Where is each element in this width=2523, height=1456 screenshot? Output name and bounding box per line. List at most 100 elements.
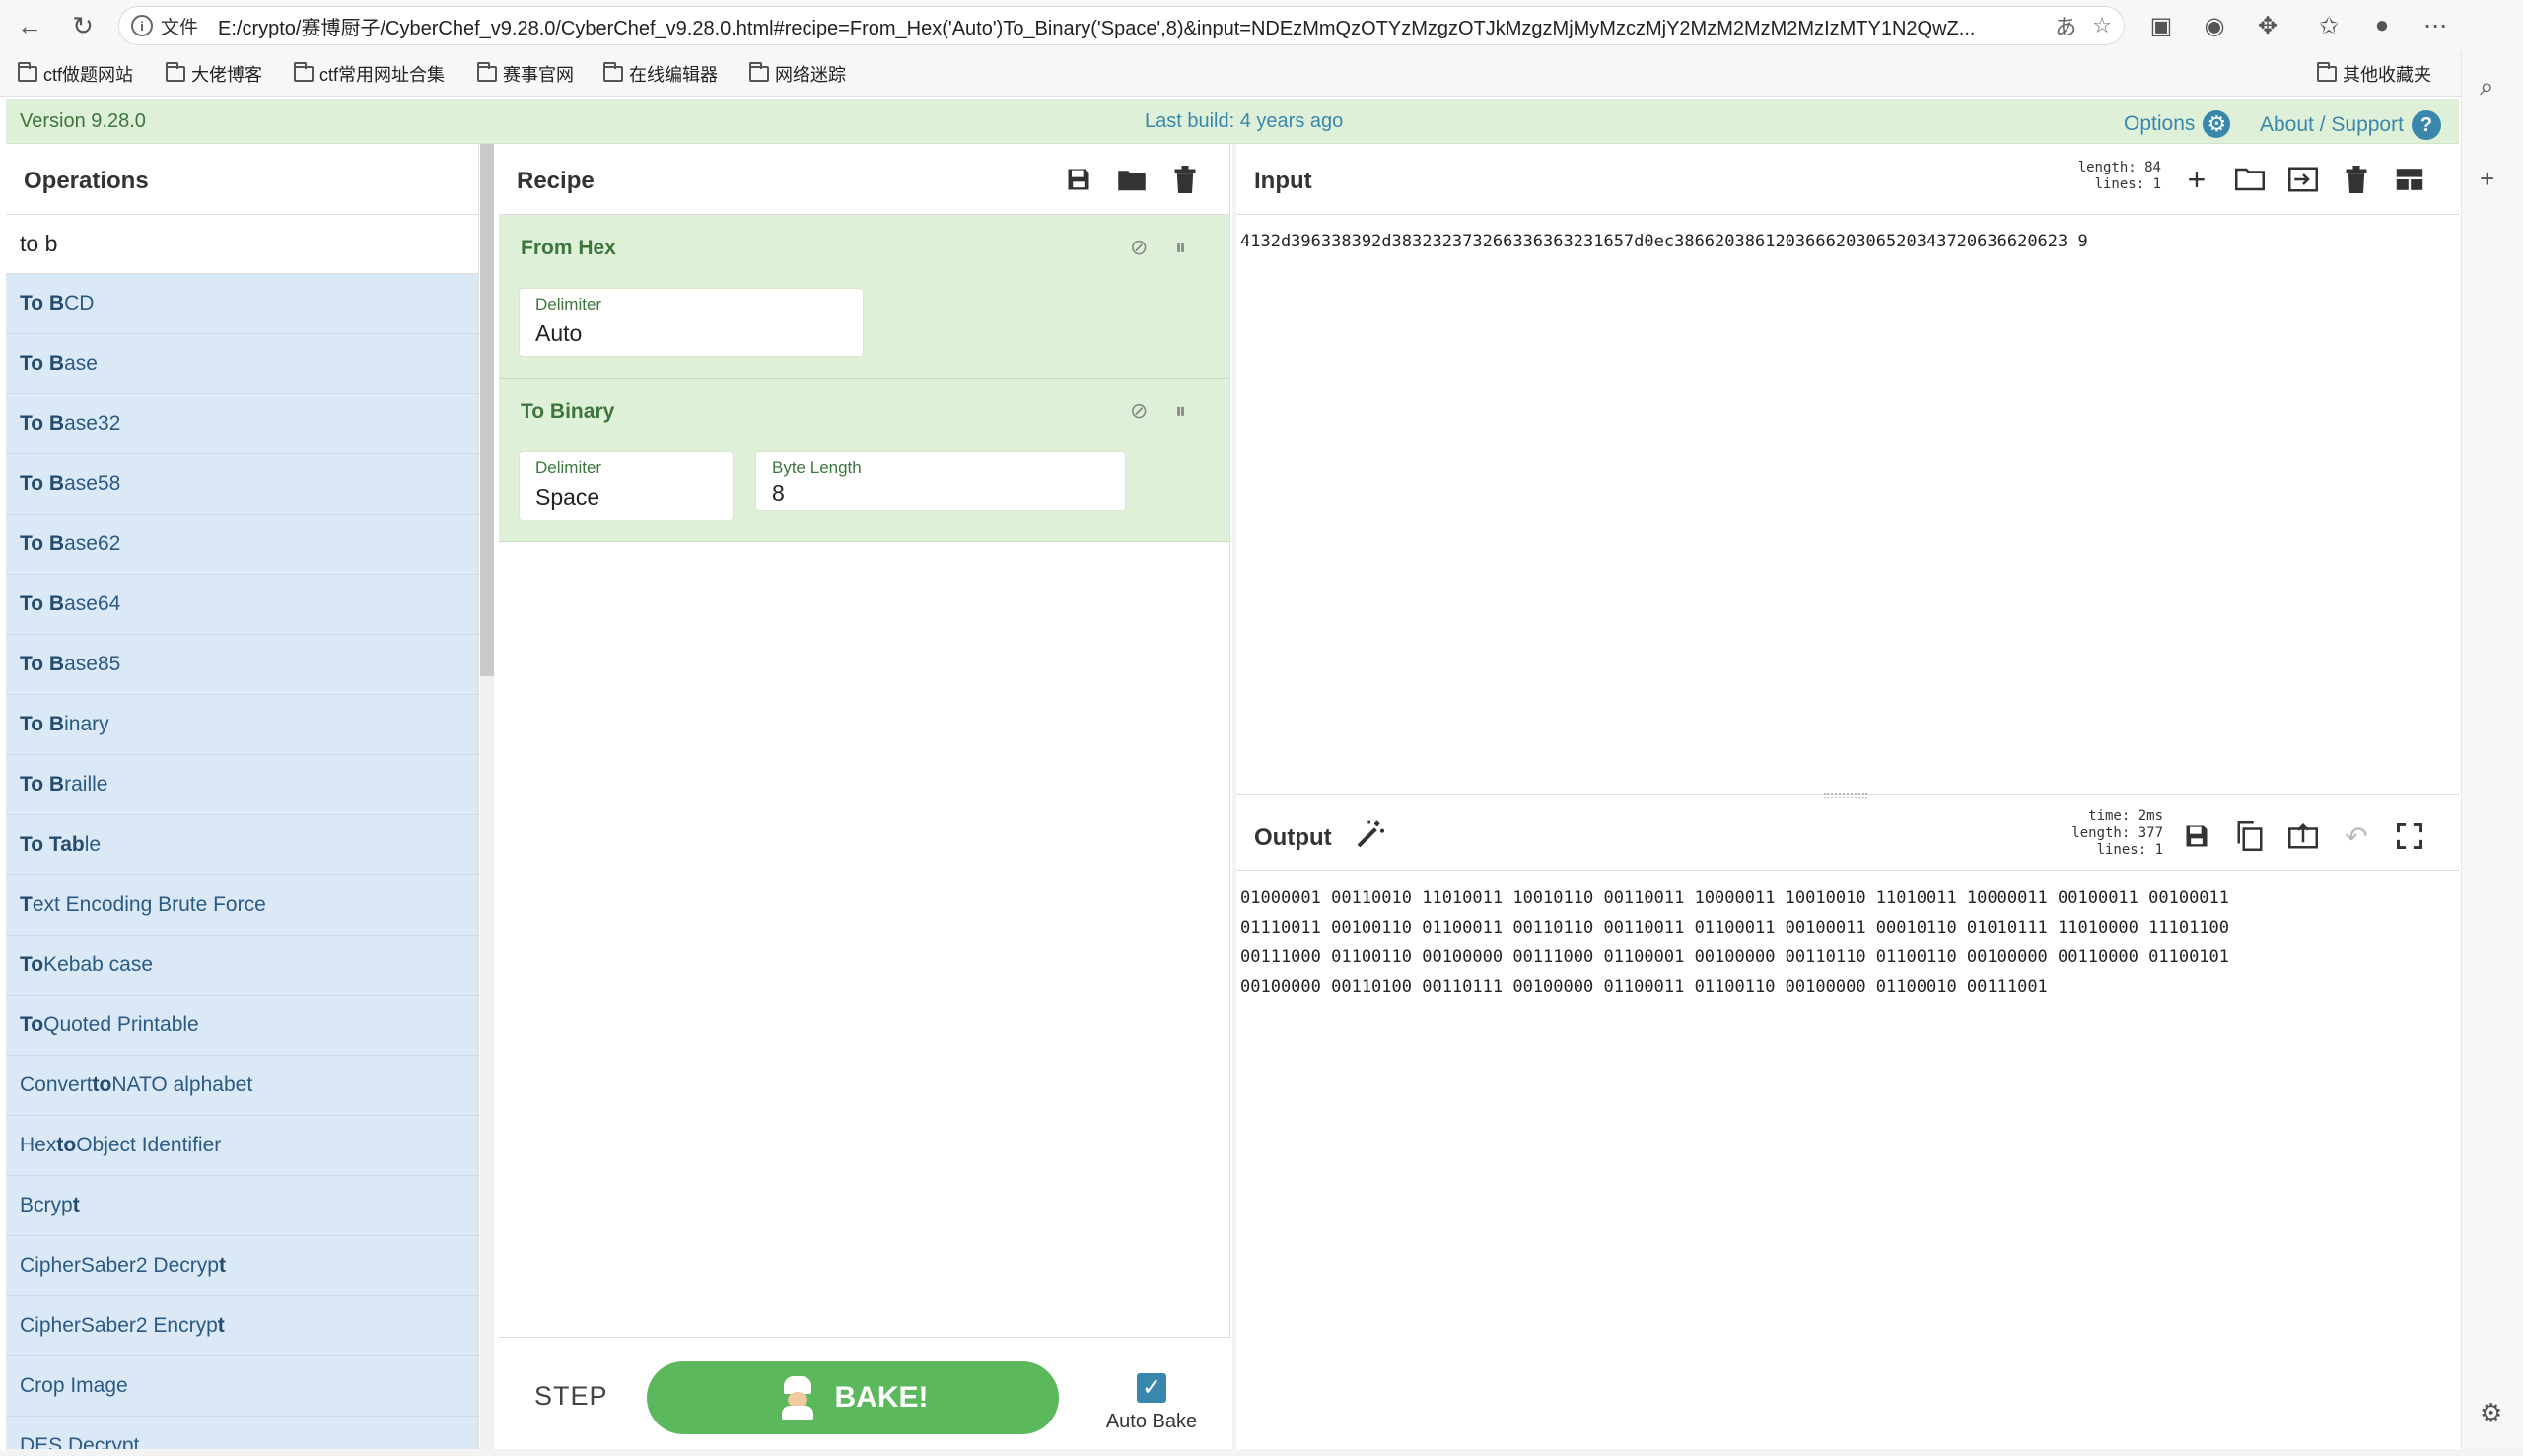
output-title: Output	[1254, 824, 1332, 851]
bookmark-folder[interactable]: ctf常用网址合集	[294, 61, 445, 87]
add-tab-icon[interactable]: +	[2181, 162, 2212, 197]
back-arrow-icon[interactable]: ←	[12, 8, 47, 43]
folder-icon	[477, 62, 497, 82]
last-build-label: Last build: 4 years ago	[1145, 110, 1344, 132]
trash-icon[interactable]	[1169, 164, 1201, 195]
operation-item[interactable]: Convert to NATO alphabet	[6, 1056, 478, 1116]
disable-icon[interactable]: ⊘	[1130, 235, 1148, 260]
gear-icon[interactable]: ⚙	[2480, 1398, 2502, 1428]
input-header: Input length: 84 lines: 1 +	[1236, 144, 2459, 215]
operation-item[interactable]: To Base58	[6, 454, 478, 515]
other-bookmarks-folder[interactable]: 其他收藏夹	[2317, 61, 2431, 87]
recipe-title: Recipe	[517, 168, 595, 194]
input-textarea[interactable]: 4132d396338392d383232373266336363231657d…	[1236, 215, 2459, 268]
favorites-icon[interactable]: ✩	[2313, 10, 2345, 41]
operation-item[interactable]: To Binary	[6, 695, 478, 755]
favorite-star-icon[interactable]: ☆	[2092, 13, 2112, 38]
operation-item[interactable]: To Base62	[6, 515, 478, 575]
trash-icon[interactable]	[2341, 164, 2372, 195]
undo-icon[interactable]: ↶	[2341, 820, 2372, 852]
operation-item[interactable]: To Base64	[6, 575, 478, 635]
operation-item[interactable]: To Braille	[6, 755, 478, 815]
bake-button[interactable]: BAKE!	[647, 1361, 1059, 1434]
output-text: 01000001 00110010 11010011 10010110 0011…	[1240, 888, 2230, 997]
operation-item[interactable]: CipherSaber2 Decryp t	[6, 1236, 478, 1296]
operation-item[interactable]: Bcryp t	[6, 1176, 478, 1236]
recipe-op-name: To Binary	[521, 400, 615, 423]
maximize-icon[interactable]	[2394, 820, 2425, 852]
folder-icon	[2317, 62, 2337, 82]
bookmarks-bar: ctf做题网站 大佬博客 ctf常用网址合集 赛事官网 在线编辑器 网络迷踪 其…	[0, 51, 2523, 97]
folder-icon	[166, 62, 185, 82]
byte-length-field[interactable]: Byte Length 8	[755, 451, 1126, 511]
input-title: Input	[1254, 168, 1312, 194]
extension-circle-icon[interactable]: ◉	[2199, 10, 2230, 41]
browser-sidebar: ⌕ + ⚙	[2461, 51, 2523, 1456]
layout-icon[interactable]	[2394, 164, 2425, 195]
recipe-header: Recipe	[499, 144, 1229, 215]
bake-bar: STEP BAKE! ✓ Auto Bake	[499, 1337, 1230, 1449]
more-menu-icon[interactable]: ⋯	[2419, 10, 2451, 41]
add-icon[interactable]: +	[2480, 164, 2494, 194]
chef-icon	[778, 1376, 817, 1420]
folder-open-icon[interactable]	[1116, 164, 1148, 195]
operations-search-input[interactable]: to b	[6, 215, 478, 274]
bookmark-folder[interactable]: 在线编辑器	[603, 61, 718, 87]
search-icon[interactable]: ⌕	[2480, 71, 2494, 103]
bookmark-folder[interactable]: 赛事官网	[477, 61, 574, 87]
operation-item[interactable]: DES Decrypt	[6, 1417, 478, 1449]
save-icon[interactable]	[2181, 820, 2212, 852]
operations-scrollbar[interactable]	[480, 144, 494, 676]
output-header: Output time: 2ms length: 377 lines: 1 ↶	[1236, 800, 2459, 871]
extensions-puzzle-icon[interactable]: ✥	[2252, 10, 2283, 41]
delimiter-field[interactable]: Delimiter Space	[519, 451, 734, 520]
reload-icon[interactable]: ↻	[65, 8, 101, 43]
status-edge	[0, 1449, 2523, 1456]
extension-md-icon[interactable]: ▣	[2145, 10, 2177, 41]
browser-toolbar: ← ↻ i 文件 E:/crypto/赛博厨子/CyberChef_v9.28.…	[0, 0, 2523, 51]
input-stats: length: 84 lines: 1	[2077, 160, 2161, 192]
operations-title: Operations	[6, 144, 478, 215]
operation-item[interactable]: Text Encoding Brute Force	[6, 875, 478, 936]
disable-icon[interactable]: ⊘	[1130, 398, 1148, 424]
recipe-op-to-binary[interactable]: To Binary ⊘ ⏸ Delimiter Space Byte Lengt…	[499, 379, 1229, 542]
auto-bake-checkbox[interactable]: ✓ Auto Bake	[1102, 1373, 1201, 1433]
url-text[interactable]: E:/crypto/赛博厨子/CyberChef_v9.28.0/CyberCh…	[218, 12, 2039, 40]
address-bar[interactable]: i 文件 E:/crypto/赛博厨子/CyberChef_v9.28.0/Cy…	[118, 6, 2125, 45]
operation-item[interactable]: To Quoted Printable	[6, 996, 478, 1056]
open-folder-icon[interactable]	[2234, 164, 2266, 195]
operation-item[interactable]: Crop Image	[6, 1356, 478, 1417]
options-button[interactable]: Options ⚙	[2124, 110, 2231, 138]
about-support-button[interactable]: About / Support?	[2260, 110, 2441, 140]
help-icon: ?	[2411, 110, 2441, 140]
operation-item[interactable]: Hex to Object Identifier	[6, 1116, 478, 1176]
operation-item[interactable]: To Tab le	[6, 815, 478, 875]
delimiter-field[interactable]: Delimiter Auto	[519, 288, 864, 357]
bookmark-folder[interactable]: 大佬博客	[166, 61, 262, 87]
profile-avatar-icon[interactable]: ●	[2366, 10, 2398, 41]
operation-item[interactable]: To Kebab case	[6, 936, 478, 996]
file-label: 文件	[161, 17, 199, 38]
magic-wand-icon[interactable]	[1355, 818, 1386, 858]
bookmark-folder[interactable]: 网络迷踪	[749, 61, 846, 87]
replace-input-icon[interactable]	[2287, 820, 2319, 852]
step-button[interactable]: STEP	[534, 1381, 608, 1412]
io-resize-handle[interactable]	[1824, 793, 1867, 798]
breakpoint-pause-icon[interactable]: ⏸	[1175, 398, 1186, 424]
operation-item[interactable]: CipherSaber2 Encryp t	[6, 1296, 478, 1356]
breakpoint-pause-icon[interactable]: ⏸	[1175, 235, 1186, 260]
folder-icon	[294, 62, 314, 82]
operation-item[interactable]: To Base85	[6, 635, 478, 695]
folder-icon	[18, 62, 37, 82]
copy-icon[interactable]	[2234, 820, 2266, 852]
read-aloud-icon[interactable]: あ	[2055, 10, 2076, 41]
save-icon[interactable]	[1063, 164, 1094, 195]
recipe-op-from-hex[interactable]: From Hex ⊘ ⏸ Delimiter Auto	[499, 215, 1229, 379]
bookmark-folder[interactable]: ctf做题网站	[18, 61, 133, 87]
checkmark-icon: ✓	[1137, 1373, 1166, 1403]
info-icon[interactable]: i	[131, 15, 153, 36]
operation-item[interactable]: To B CD	[6, 274, 478, 334]
open-file-icon[interactable]	[2287, 164, 2319, 195]
operation-item[interactable]: To Base	[6, 334, 478, 394]
operation-item[interactable]: To Base32	[6, 394, 478, 454]
